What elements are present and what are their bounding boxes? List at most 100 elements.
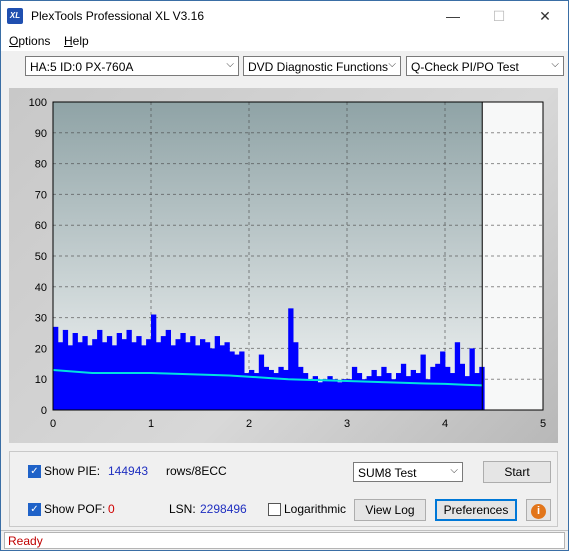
pie-bar — [317, 382, 323, 410]
pie-bar — [435, 363, 441, 410]
pie-bar — [195, 345, 201, 410]
info-button[interactable]: i — [526, 499, 551, 521]
lsn-value: 2298496 — [200, 502, 247, 516]
pie-bar — [361, 379, 367, 410]
pie-bar — [278, 366, 284, 410]
status-bar: Ready — [1, 530, 568, 551]
show-pof-label: Show POF: — [44, 502, 106, 516]
start-button[interactable]: Start — [483, 461, 551, 483]
drive-select-value: HA:5 ID:0 PX-760A — [30, 60, 134, 74]
x-axis-ticks: 0 1 2 3 4 5 — [50, 418, 546, 430]
pie-bar — [239, 351, 245, 410]
pie-bar — [445, 366, 451, 410]
pie-bar — [469, 348, 475, 410]
pie-bar — [474, 373, 480, 410]
window-title: PlexTools Professional XL V3.16 — [31, 9, 204, 23]
pie-bar — [141, 345, 147, 410]
pie-bar — [351, 366, 358, 410]
pie-bar — [190, 336, 196, 410]
menu-help[interactable]: Help — [64, 34, 89, 48]
pie-bar — [283, 369, 289, 410]
pipo-chart-panel: 0 10 20 30 40 50 60 70 80 90 100 0 1 2 3 4 5 — [9, 88, 558, 443]
pie-bar — [121, 339, 127, 410]
app-window: XL PlexTools Professional XL V3.16 — ☐ ✕… — [0, 0, 569, 551]
x-tick-label: 1 — [148, 418, 154, 430]
pie-bar — [420, 354, 426, 410]
pie-bar — [116, 333, 122, 410]
y-tick-label: 90 — [35, 128, 47, 140]
pie-bar — [347, 379, 353, 410]
lsn-label: LSN: — [169, 502, 196, 516]
menu-options-accel: O — [9, 34, 19, 48]
x-tick-label: 4 — [442, 418, 448, 430]
y-tick-label: 60 — [35, 220, 47, 232]
pie-bar — [302, 373, 309, 410]
pie-bar — [356, 373, 363, 410]
pie-bar — [454, 342, 461, 410]
pie-bar — [77, 342, 83, 410]
pie-bar — [102, 342, 108, 410]
pie-bar — [381, 366, 387, 410]
status-text: Ready — [8, 534, 43, 548]
pie-bar — [67, 345, 73, 410]
pof-count-value: 0 — [108, 502, 115, 516]
pie-bar — [234, 354, 240, 410]
pie-bar — [204, 342, 211, 410]
y-tick-label: 100 — [29, 97, 47, 109]
pie-bar — [180, 333, 186, 410]
app-icon: XL — [7, 8, 23, 24]
pie-bar — [430, 366, 436, 410]
logarithmic-checkbox[interactable] — [268, 503, 281, 516]
pie-bar — [322, 379, 328, 410]
test-select[interactable]: Q-Check PI/PO Test ⌵ — [406, 56, 564, 76]
pie-bar — [214, 336, 220, 410]
show-pie-checkbox[interactable]: ✓ — [28, 465, 41, 478]
pie-bar — [391, 379, 397, 410]
drive-select[interactable]: HA:5 ID:0 PX-760A ⌵ — [25, 56, 239, 76]
controls-panel: ✓ Show PIE: 144943 rows/8ECC ✓ Show POF:… — [9, 451, 558, 527]
maximize-button[interactable]: ☐ — [476, 1, 522, 31]
pie-bar — [244, 373, 250, 410]
pie-bar — [111, 345, 118, 410]
pie-bar — [298, 366, 304, 410]
x-tick-label: 2 — [246, 418, 252, 430]
sum-test-select[interactable]: SUM8 Test ⌵ — [353, 462, 463, 482]
pie-bar — [268, 369, 274, 410]
pie-bar — [371, 369, 377, 410]
x-tick-label: 3 — [344, 418, 350, 430]
toolbar: HA:5 ID:0 PX-760A ⌵ DVD Diagnostic Funct… — [1, 52, 568, 80]
view-log-button[interactable]: View Log — [354, 499, 426, 521]
menu-options[interactable]: Options — [9, 34, 50, 48]
chevron-down-icon: ⌵ — [226, 59, 234, 70]
menu-help-label: elp — [72, 34, 89, 48]
chevron-down-icon: ⌵ — [450, 465, 458, 476]
function-select[interactable]: DVD Diagnostic Functions ⌵ — [243, 56, 401, 76]
pie-bar — [131, 342, 137, 410]
y-tick-label: 50 — [35, 251, 47, 263]
pie-bar — [342, 379, 348, 410]
pie-bar — [405, 376, 412, 410]
test-select-value: Q-Check PI/PO Test — [411, 60, 519, 74]
pie-bar — [307, 379, 314, 410]
y-axis-ticks: 0 10 20 30 40 50 60 70 80 90 100 — [29, 97, 47, 417]
pie-bar — [263, 366, 269, 410]
pie-bar — [87, 345, 93, 410]
pie-bar — [396, 373, 402, 410]
pie-count-value: 144943 — [108, 464, 149, 478]
pie-bar — [449, 373, 456, 410]
pie-bar — [400, 363, 407, 410]
y-tick-label: 10 — [35, 374, 47, 386]
function-select-value: DVD Diagnostic Functions — [248, 60, 389, 74]
y-tick-label: 70 — [35, 189, 47, 201]
pie-bar — [410, 369, 416, 410]
pie-bar — [219, 345, 225, 410]
x-tick-label: 5 — [540, 418, 546, 430]
preferences-button[interactable]: Preferences — [435, 499, 517, 521]
pie-bar — [459, 363, 465, 410]
pie-bar — [415, 373, 421, 410]
close-button[interactable]: ✕ — [522, 1, 568, 31]
pie-bar — [146, 339, 152, 410]
show-pof-checkbox[interactable]: ✓ — [28, 503, 41, 516]
minimize-button[interactable]: — — [430, 1, 476, 31]
pie-bar — [253, 373, 260, 410]
